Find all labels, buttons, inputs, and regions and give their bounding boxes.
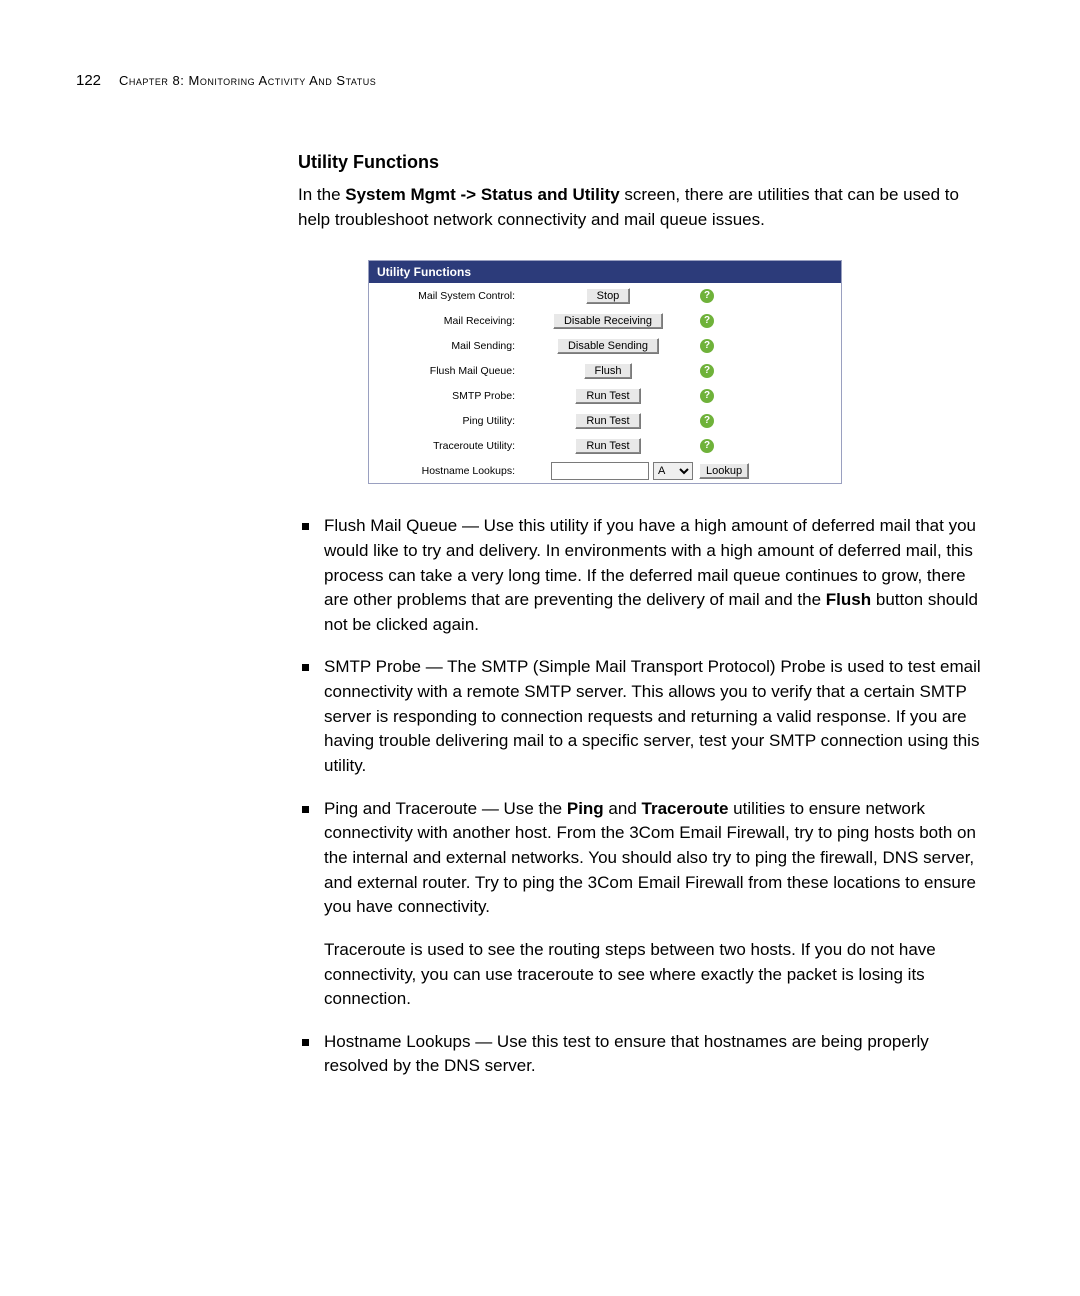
running-head: 122 Chapter 8: Monitoring Activity And S… [76, 72, 376, 89]
label-mail-sending: Mail Sending: [369, 340, 523, 352]
traceroute-run-test-button[interactable]: Run Test [575, 438, 640, 454]
panel-body: Mail System Control: Stop ? Mail Receivi… [369, 283, 841, 483]
row-ping-utility: Ping Utility: Run Test ? [369, 408, 841, 433]
bullet-ping-b2: Traceroute [642, 799, 729, 818]
disable-sending-button[interactable]: Disable Sending [557, 338, 659, 354]
stop-button[interactable]: Stop [586, 288, 631, 304]
bullet-list: Flush Mail Queue — Use this utility if y… [298, 514, 990, 1079]
row-mail-receiving: Mail Receiving: Disable Receiving ? [369, 308, 841, 333]
label-mail-receiving: Mail Receiving: [369, 315, 523, 327]
bullet-ping-mid: and [604, 799, 642, 818]
label-smtp-probe: SMTP Probe: [369, 390, 523, 402]
label-ping-utility: Ping Utility: [369, 415, 523, 427]
disable-receiving-button[interactable]: Disable Receiving [553, 313, 663, 329]
help-icon[interactable]: ? [700, 364, 714, 378]
intro-bold: System Mgmt -> Status and Utility [345, 185, 619, 204]
panel-title: Utility Functions [369, 261, 841, 283]
intro-pre: In the [298, 185, 345, 204]
label-mail-system-control: Mail System Control: [369, 290, 523, 302]
row-smtp-probe: SMTP Probe: Run Test ? [369, 383, 841, 408]
bullet-flush-mail-queue: Flush Mail Queue — Use this utility if y… [298, 514, 990, 637]
chapter-label: Chapter 8: Monitoring Activity And Statu… [119, 73, 376, 88]
label-flush-mail-queue: Flush Mail Queue: [369, 365, 523, 377]
help-icon[interactable]: ? [700, 289, 714, 303]
smtp-run-test-button[interactable]: Run Test [575, 388, 640, 404]
flush-button[interactable]: Flush [584, 363, 633, 379]
bullet-ping-pre: Ping and Traceroute — Use the [324, 799, 567, 818]
label-traceroute-utility: Traceroute Utility: [369, 440, 523, 452]
label-hostname-lookups: Hostname Lookups: [369, 465, 523, 477]
section-title: Utility Functions [298, 152, 990, 173]
bullet-ping-b1: Ping [567, 799, 604, 818]
help-icon[interactable]: ? [700, 389, 714, 403]
row-flush-mail-queue: Flush Mail Queue: Flush ? [369, 358, 841, 383]
help-icon[interactable]: ? [700, 414, 714, 428]
hostname-record-type-select[interactable]: A [653, 462, 693, 480]
row-traceroute-utility: Traceroute Utility: Run Test ? [369, 433, 841, 458]
row-hostname-lookups: Hostname Lookups: A Lookup [369, 458, 841, 483]
help-icon[interactable]: ? [700, 439, 714, 453]
page-number: 122 [76, 72, 101, 89]
help-icon[interactable]: ? [700, 339, 714, 353]
utility-functions-panel: Utility Functions Mail System Control: S… [368, 260, 842, 484]
intro-paragraph: In the System Mgmt -> Status and Utility… [298, 183, 990, 232]
row-mail-system-control: Mail System Control: Stop ? [369, 283, 841, 308]
ping-run-test-button[interactable]: Run Test [575, 413, 640, 429]
bullet-hostname-lookups: Hostname Lookups — Use this test to ensu… [298, 1030, 990, 1079]
hostname-input[interactable] [551, 462, 649, 480]
bullet-smtp-probe: SMTP Probe — The SMTP (Simple Mail Trans… [298, 655, 990, 778]
bullet-flush-bold: Flush [826, 590, 871, 609]
row-mail-sending: Mail Sending: Disable Sending ? [369, 333, 841, 358]
bullet-ping-traceroute: Ping and Traceroute — Use the Ping and T… [298, 797, 990, 1012]
traceroute-subparagraph: Traceroute is used to see the routing st… [324, 938, 990, 1012]
lookup-button[interactable]: Lookup [699, 463, 749, 479]
help-icon[interactable]: ? [700, 314, 714, 328]
